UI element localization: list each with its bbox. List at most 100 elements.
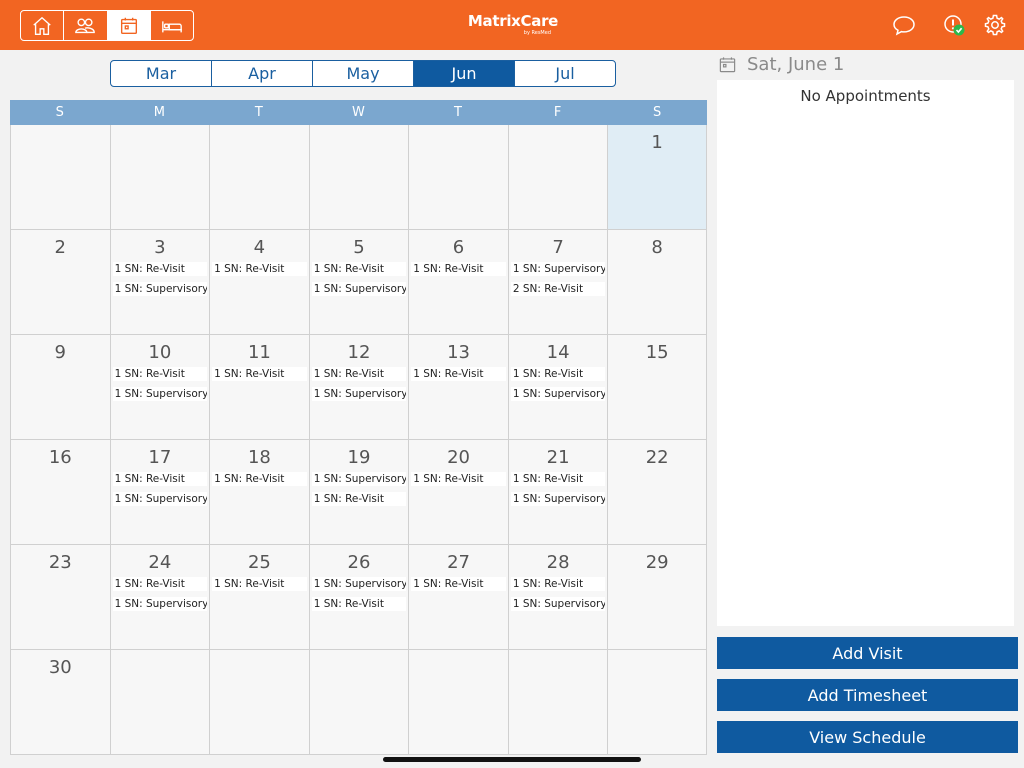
calendar-day-25[interactable]: 25 1 SN: Re-Visit	[209, 545, 309, 650]
appointment-summary[interactable]: 1 SN: Re-Visit	[311, 262, 407, 276]
day-number: 1	[651, 132, 663, 153]
matrixcare-logo: MatrixCare by ResMed	[463, 12, 563, 38]
day-number: 16	[48, 447, 72, 468]
appointment-summary[interactable]: 1 SN: Supervisory	[112, 387, 208, 401]
appointment-summary[interactable]: 1 SN: Re-Visit	[311, 492, 407, 506]
calendar-day-16[interactable]: 16	[10, 440, 110, 545]
appointment-summary[interactable]: 1 SN: Supervisory	[510, 262, 606, 276]
calendar-day-11[interactable]: 11 1 SN: Re-Visit	[209, 335, 309, 440]
appointment-summary[interactable]: 1 SN: Re-Visit	[411, 262, 506, 276]
appointment-summary[interactable]: 1 SN: Re-Visit	[311, 597, 407, 611]
appointment-summary[interactable]: 1 SN: Re-Visit	[311, 367, 407, 381]
appointment-summary[interactable]: 1 SN: Re-Visit	[212, 262, 307, 276]
calendar-day-2[interactable]: 2	[10, 230, 110, 335]
calendar-day-5[interactable]: 5 1 SN: Re-Visit 1 SN: Supervisory	[308, 230, 409, 335]
add-visit-button[interactable]: Add Visit	[717, 637, 1018, 669]
add-timesheet-button[interactable]: Add Timesheet	[717, 679, 1018, 711]
appointment-summary[interactable]: 1 SN: Re-Visit	[112, 472, 208, 486]
appointment-summary[interactable]: 1 SN: Re-Visit	[510, 367, 606, 381]
calendar-day-19[interactable]: 19 1 SN: Supervisory 1 SN: Re-Visit	[308, 440, 409, 545]
appointment-summary[interactable]: 1 SN: Re-Visit	[510, 577, 606, 591]
calendar-day-empty	[109, 650, 210, 755]
nav-home-button[interactable]	[21, 11, 65, 40]
calendar-day-29[interactable]: 29	[607, 545, 707, 650]
appointment-summary[interactable]: 2 SN: Re-Visit	[510, 282, 606, 296]
day-of-week-header: SMTWTFS	[10, 100, 707, 125]
view-schedule-button[interactable]: View Schedule	[717, 721, 1018, 753]
appointment-summary[interactable]: 1 SN: Supervisory	[311, 577, 407, 591]
day-number: 30	[48, 657, 72, 678]
calendar-day-empty	[209, 125, 309, 230]
calendar-day-28[interactable]: 28 1 SN: Re-Visit 1 SN: Supervisory	[507, 545, 608, 650]
tab-month-may[interactable]: May	[313, 61, 414, 86]
appointment-summary[interactable]: 1 SN: Supervisory	[112, 597, 208, 611]
calendar-day-14[interactable]: 14 1 SN: Re-Visit 1 SN: Supervisory	[507, 335, 608, 440]
appointment-summary[interactable]: 1 SN: Re-Visit	[112, 577, 208, 591]
calendar-day-18[interactable]: 18 1 SN: Re-Visit	[209, 440, 309, 545]
appointment-summary[interactable]: 1 SN: Supervisory	[311, 472, 407, 486]
tab-month-jun[interactable]: Jun	[414, 61, 515, 86]
appointment-summary[interactable]: 1 SN: Re-Visit	[212, 577, 307, 591]
nav-patients-button[interactable]	[64, 11, 108, 40]
calendar-day-9[interactable]: 9	[10, 335, 110, 440]
day-number: 8	[651, 237, 663, 258]
tab-month-apr[interactable]: Apr	[212, 61, 313, 86]
calendar-day-24[interactable]: 24 1 SN: Re-Visit 1 SN: Supervisory	[109, 545, 210, 650]
calendar-day-1[interactable]: 1	[607, 125, 707, 230]
calendar-day-15[interactable]: 15	[607, 335, 707, 440]
nav-bed-button[interactable]	[151, 11, 193, 40]
calendar-day-12[interactable]: 12 1 SN: Re-Visit 1 SN: Supervisory	[308, 335, 409, 440]
calendar-day-13[interactable]: 13 1 SN: Re-Visit	[408, 335, 508, 440]
day-of-week-label: S	[653, 105, 662, 120]
calendar-day-26[interactable]: 26 1 SN: Supervisory 1 SN: Re-Visit	[308, 545, 409, 650]
calendar-day-7[interactable]: 7 1 SN: Supervisory 2 SN: Re-Visit	[507, 230, 608, 335]
appointment-summary[interactable]: 1 SN: Re-Visit	[510, 472, 606, 486]
calendar-week-row: 1	[10, 125, 707, 230]
appointment-summary[interactable]: 1 SN: Re-Visit	[212, 472, 307, 486]
calendar-day-empty	[209, 650, 309, 755]
calendar-day-8[interactable]: 8	[607, 230, 707, 335]
calendar-day-17[interactable]: 17 1 SN: Re-Visit 1 SN: Supervisory	[109, 440, 210, 545]
logo-text: MatrixCare	[467, 12, 559, 30]
day-number: 21	[546, 447, 570, 468]
calendar-icon	[120, 17, 137, 34]
calendar-day-6[interactable]: 6 1 SN: Re-Visit	[408, 230, 508, 335]
appointment-summary[interactable]: 1 SN: Re-Visit	[411, 472, 506, 486]
appointment-summary[interactable]: 1 SN: Supervisory	[510, 387, 606, 401]
day-of-week-label: W	[352, 105, 365, 120]
appointment-summary[interactable]: 1 SN: Re-Visit	[112, 262, 208, 276]
day-of-week-label: T	[454, 105, 462, 120]
calendar-day-20[interactable]: 20 1 SN: Re-Visit	[408, 440, 508, 545]
day-number: 3	[154, 237, 166, 258]
appointment-summary[interactable]: 1 SN: Supervisory	[311, 387, 407, 401]
calendar-day-27[interactable]: 27 1 SN: Re-Visit	[408, 545, 508, 650]
appointment-summary[interactable]: 1 SN: Supervisory	[112, 282, 208, 296]
appointment-summary[interactable]: 1 SN: Re-Visit	[212, 367, 307, 381]
settings-button[interactable]	[982, 12, 1008, 38]
day-number: 23	[48, 552, 72, 573]
nav-calendar-button[interactable]	[107, 11, 151, 40]
logo-subtext: by ResMed	[523, 30, 551, 36]
appointment-summary[interactable]: 1 SN: Re-Visit	[411, 367, 506, 381]
home-indicator[interactable]	[383, 757, 641, 762]
appointment-summary[interactable]: 1 SN: Re-Visit	[411, 577, 506, 591]
appointment-summary[interactable]: 1 SN: Supervisory	[112, 492, 208, 506]
calendar-day-4[interactable]: 4 1 SN: Re-Visit	[209, 230, 309, 335]
calendar-day-22[interactable]: 22	[607, 440, 707, 545]
messages-button[interactable]	[891, 12, 917, 38]
calendar-day-10[interactable]: 10 1 SN: Re-Visit 1 SN: Supervisory	[109, 335, 210, 440]
appointment-summary[interactable]: 1 SN: Re-Visit	[112, 367, 208, 381]
calendar-day-23[interactable]: 23	[10, 545, 110, 650]
calendar-day-3[interactable]: 3 1 SN: Re-Visit 1 SN: Supervisory	[109, 230, 210, 335]
day-number: 2	[54, 237, 66, 258]
appointment-summary[interactable]: 1 SN: Supervisory	[510, 597, 606, 611]
appointment-summary[interactable]: 1 SN: Supervisory	[311, 282, 407, 296]
calendar-day-30[interactable]: 30	[10, 650, 110, 755]
selected-date-label: Sat, June 1	[747, 53, 845, 75]
tab-month-jul[interactable]: Jul	[515, 61, 615, 86]
tasks-alert-button[interactable]	[941, 12, 967, 38]
tab-month-mar[interactable]: Mar	[111, 61, 212, 86]
appointment-summary[interactable]: 1 SN: Supervisory	[510, 492, 606, 506]
calendar-day-empty	[308, 125, 409, 230]
calendar-day-21[interactable]: 21 1 SN: Re-Visit 1 SN: Supervisory	[507, 440, 608, 545]
